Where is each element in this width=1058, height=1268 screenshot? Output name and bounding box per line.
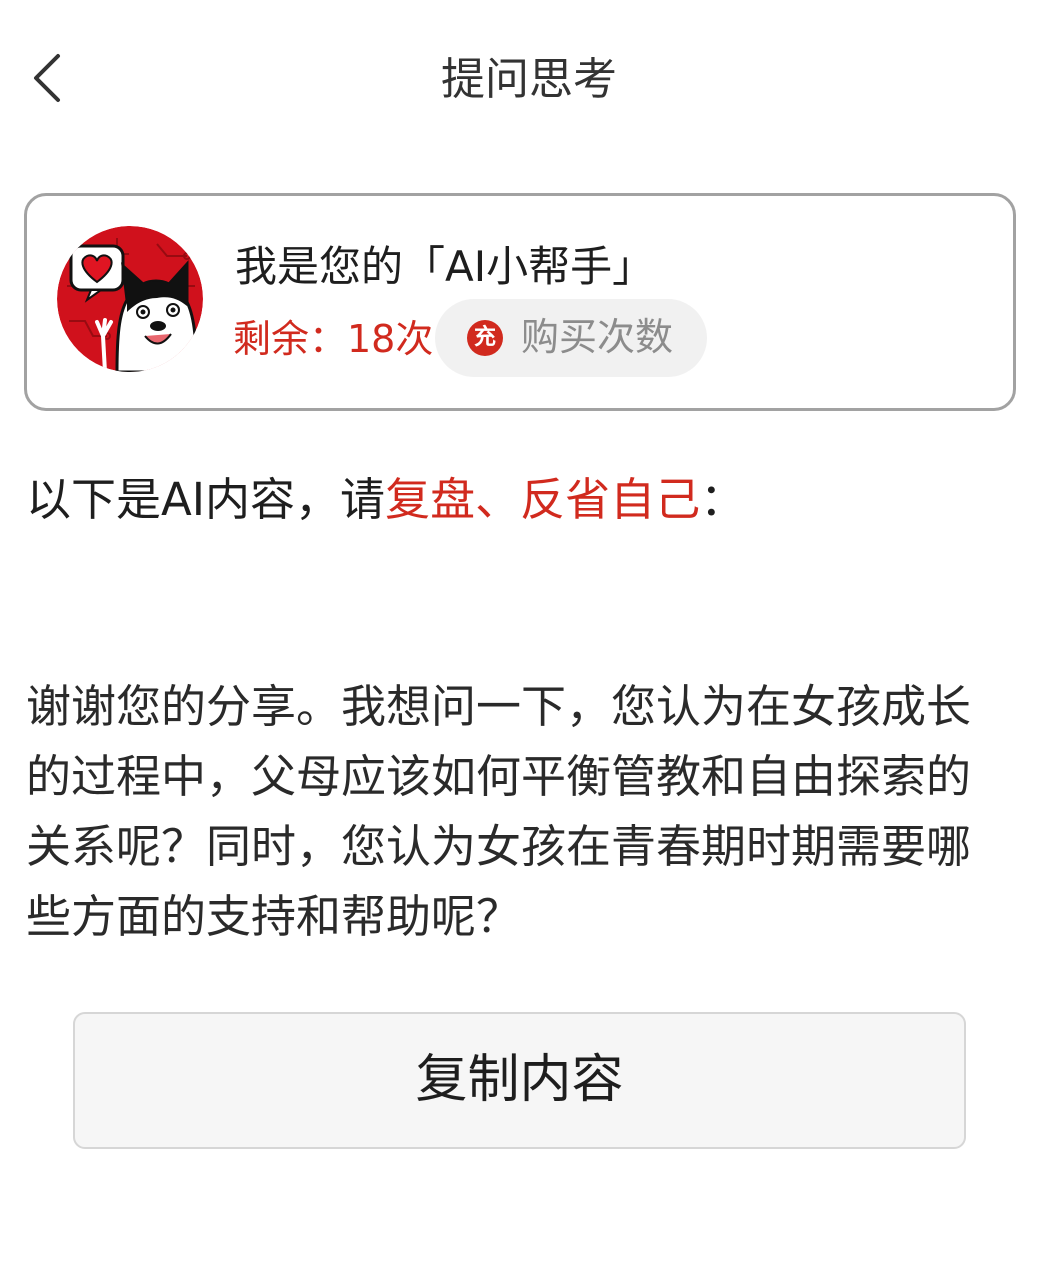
avatar [57,226,203,372]
intro-highlight: 复盘、反省自己 [385,473,701,526]
copy-content-button[interactable]: 复制内容 [73,1012,966,1149]
recharge-icon: 充 [467,320,503,356]
page-title: 提问思考 [441,54,617,105]
intro-prefix: 以下是AI内容，请 [26,473,386,526]
intro-text: 以下是AI内容，请复盘、反省自己： [26,468,745,532]
intro-suffix: ： [700,473,746,526]
buy-count-label: 购买次数 [521,315,674,359]
copy-content-label: 复制内容 [415,1050,624,1110]
remaining-count: 剩余：18次 [233,317,434,361]
assistant-name: 我是您的「AI小帮手」 [235,242,655,291]
header-bar: 提问思考 [0,0,1058,160]
buy-count-button[interactable]: 充 购买次数 [435,299,707,377]
ai-content-text: 谢谢您的分享。我想问一下，您认为在女孩成长的过程中，父母应该如何平衡管教和自由探… [26,680,972,943]
dog-avatar-icon [57,226,203,372]
ai-assistant-card: 我是您的「AI小帮手」 剩余：18次 充 购买次数 [24,193,1016,411]
